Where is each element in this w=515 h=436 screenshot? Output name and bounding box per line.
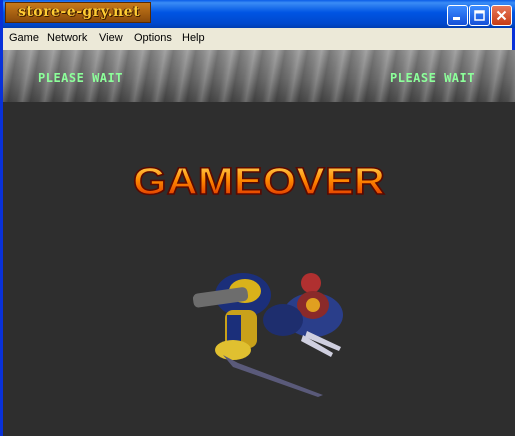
maximize-icon: [474, 10, 485, 21]
menu-game[interactable]: Game: [9, 32, 39, 44]
minimize-icon: [453, 17, 460, 20]
menu-help[interactable]: Help: [182, 32, 205, 44]
menu-bar: Game Network View Options Help: [3, 28, 512, 50]
fighter-right: [263, 273, 343, 357]
app-window: store-e-gry.net Game Network View Option…: [0, 0, 515, 436]
menu-options[interactable]: Options: [134, 32, 172, 44]
gameover-text: GAMEOVER: [133, 161, 385, 203]
site-logo-text: store-e-gry.net: [17, 4, 141, 20]
player1-status: PLEASE WAIT: [38, 71, 123, 85]
menu-network[interactable]: Network: [47, 32, 87, 44]
minimize-button[interactable]: [447, 5, 468, 26]
player2-status: PLEASE WAIT: [390, 71, 475, 85]
maximize-button[interactable]: [469, 5, 490, 26]
close-button[interactable]: [491, 5, 512, 26]
fighter-sprites: [192, 273, 343, 397]
gameover-banner: GAMEOVER: [129, 157, 389, 203]
site-logo: store-e-gry.net: [5, 2, 151, 23]
menu-view[interactable]: View: [99, 32, 123, 44]
close-icon: [496, 10, 507, 21]
title-bar[interactable]: store-e-gry.net: [3, 0, 515, 28]
game-screen[interactable]: PLEASE WAIT PLEASE WAIT GAMEOVER: [3, 50, 515, 436]
